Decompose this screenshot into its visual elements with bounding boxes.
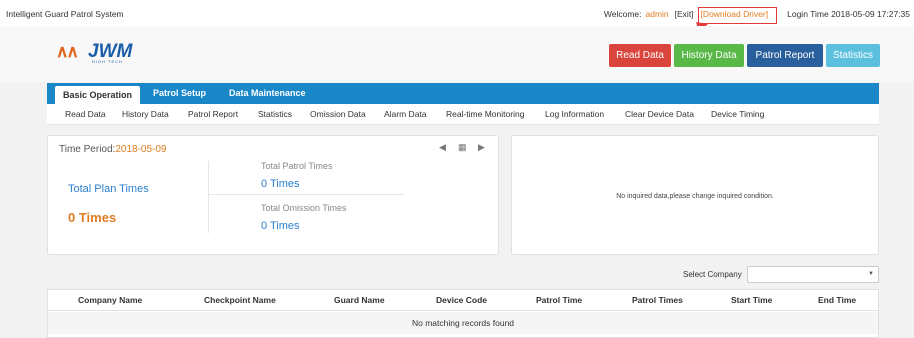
summary-panel: Time Period:2018-05-09 ◀ ▦ ▶ Total Plan … (47, 135, 499, 255)
plan-times-value: 0 Times (68, 210, 117, 225)
subtab-log-information[interactable]: Log Information (545, 104, 604, 124)
records-table: Company Name Checkpoint Name Guard Name … (47, 289, 879, 338)
select-company-label: Select Company (683, 270, 742, 279)
time-period: Time Period:2018-05-09 (59, 144, 166, 155)
tab-patrol-setup[interactable]: Patrol Setup (153, 83, 206, 104)
omission-times-label: Total Omission Times (261, 203, 347, 213)
subtab-patrol-report[interactable]: Patrol Report (188, 104, 238, 124)
subtab-history-data[interactable]: History Data (122, 104, 169, 124)
subtab-clear-device-data[interactable]: Clear Device Data (625, 104, 694, 124)
logo-subtext: HIGH TECH (92, 59, 123, 64)
chevron-down-icon: ▼ (868, 271, 874, 277)
company-select[interactable]: ▼ (747, 266, 879, 283)
plan-times-label: Total Plan Times (68, 183, 149, 195)
divider (208, 161, 209, 233)
statistics-button[interactable]: Statistics (826, 44, 880, 67)
sub-nav: Read Data History Data Patrol Report Sta… (47, 104, 879, 125)
column-patrol-times[interactable]: Patrol Times (632, 290, 683, 311)
omission-times-value: 0 Times (261, 220, 300, 232)
subtab-alarm-data[interactable]: Alarm Data (384, 104, 427, 124)
calendar-icon[interactable]: ▦ (458, 142, 467, 153)
time-period-date: 2018-05-09 (115, 144, 167, 155)
column-guard-name[interactable]: Guard Name (334, 290, 385, 311)
top-bar: Intelligent Guard Patrol System Welcome:… (0, 0, 914, 26)
time-period-label: Time Period: (59, 144, 116, 155)
column-end-time[interactable]: End Time (818, 290, 856, 311)
chart-panel: No inquired data,please change inquired … (511, 135, 879, 255)
table-empty-row: No matching records found (48, 312, 878, 334)
subtab-realtime-monitoring[interactable]: Real-time Monitoring (446, 104, 524, 124)
column-checkpoint-name[interactable]: Checkpoint Name (204, 290, 276, 311)
patrol-report-button[interactable]: Patrol Report (747, 44, 823, 67)
company-logo: ∧∧ JWM HIGH TECH (56, 40, 146, 64)
next-date-icon[interactable]: ▶ (478, 142, 485, 153)
column-company-name[interactable]: Company Name (78, 290, 142, 311)
tab-data-maintenance[interactable]: Data Maintenance (229, 83, 306, 104)
prev-date-icon[interactable]: ◀ (439, 142, 446, 153)
logo-mark-icon: ∧∧ (56, 42, 79, 61)
patrol-times-value: 0 Times (261, 178, 300, 190)
read-data-button[interactable]: Read Data (609, 44, 671, 67)
login-time: Login Time 2018-05-09 17:27:35 (787, 9, 910, 19)
main-nav: Basic Operation Patrol Setup Data Mainte… (47, 83, 879, 104)
table-header: Company Name Checkpoint Name Guard Name … (48, 290, 878, 311)
divider (208, 194, 404, 195)
history-data-button[interactable]: History Data (674, 44, 744, 67)
subtab-omission-data[interactable]: Omission Data (310, 104, 366, 124)
chart-empty-message: No inquired data,please change inquired … (616, 193, 774, 200)
column-device-code[interactable]: Device Code (436, 290, 487, 311)
tab-basic-operation[interactable]: Basic Operation (55, 86, 141, 104)
subtab-read-data[interactable]: Read Data (65, 104, 106, 124)
column-patrol-time[interactable]: Patrol Time (536, 290, 582, 311)
subtab-statistics[interactable]: Statistics (258, 104, 292, 124)
subtab-device-timing[interactable]: Device Timing (711, 104, 764, 124)
patrol-times-label: Total Patrol Times (261, 161, 333, 171)
app-title: Intelligent Guard Patrol System (6, 9, 124, 19)
column-start-time[interactable]: Start Time (731, 290, 772, 311)
